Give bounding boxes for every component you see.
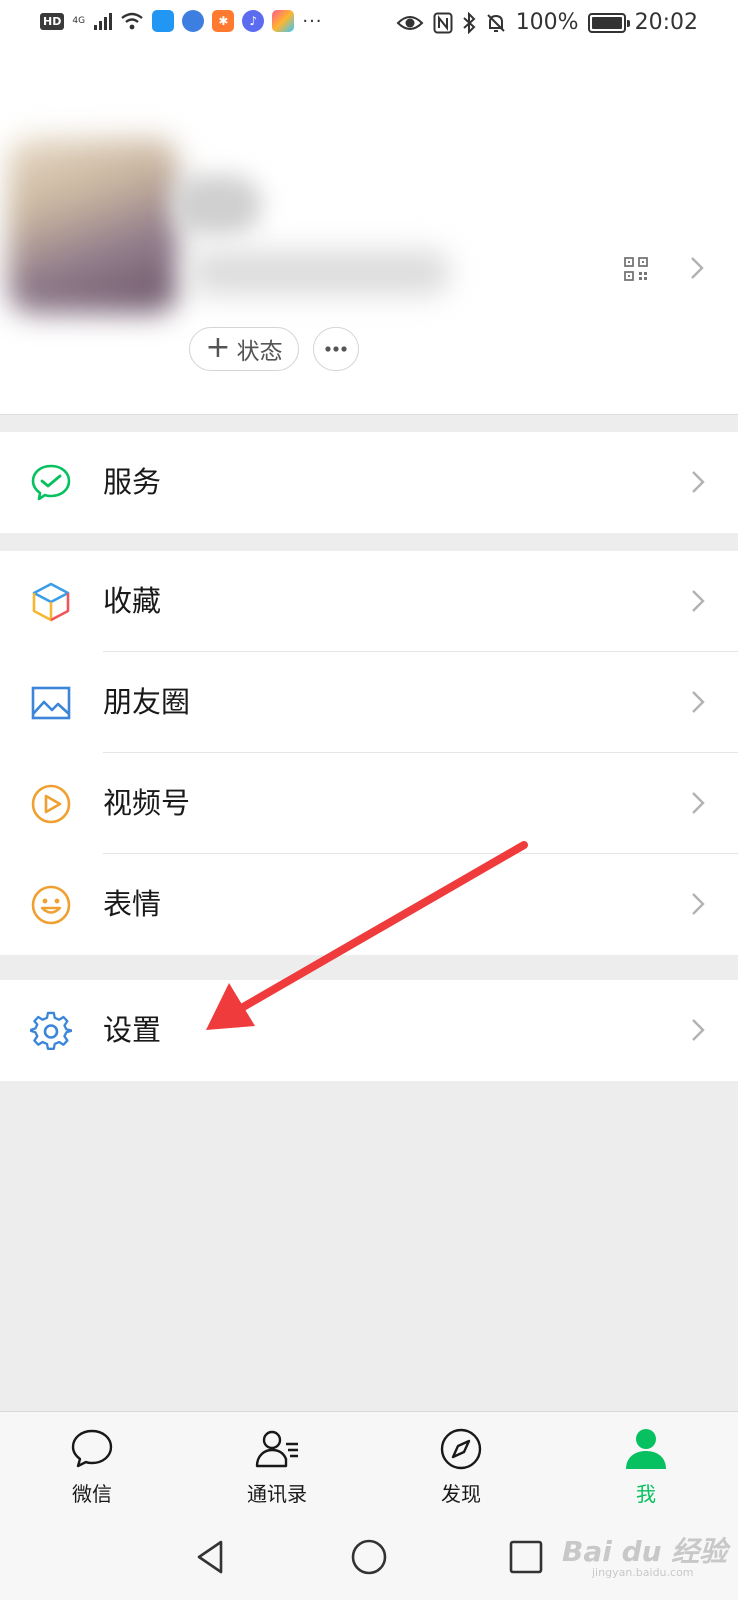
app-notification-icon: [152, 10, 175, 32]
channels-play-icon: [31, 784, 71, 824]
menu-label: 服务: [103, 465, 162, 499]
chevron-right-icon: [692, 893, 705, 915]
hd-badge: HD: [40, 12, 65, 30]
favorites-cube-icon: [32, 582, 70, 622]
chevron-right-icon: [692, 792, 705, 814]
menu-group-services: 服务: [0, 432, 738, 533]
eye-comfort-icon: [396, 15, 424, 30]
menu-label: 视频号: [103, 786, 191, 820]
bluetooth-icon: [463, 11, 476, 34]
menu-item-services[interactable]: 服务: [0, 432, 738, 533]
wechat-pay-icon: [31, 464, 71, 501]
menu-item-channels[interactable]: 视频号: [0, 753, 738, 854]
chevron-right-icon[interactable]: [690, 256, 704, 280]
more-dots-icon: [325, 346, 347, 352]
nickname-blurred: [172, 175, 262, 235]
music-app-icon: ♪: [242, 10, 265, 32]
tab-label: 通讯录: [247, 1482, 307, 1506]
settings-gear-icon: [30, 1011, 72, 1050]
bottom-tab-bar: 微信 通讯录 发现 我: [0, 1411, 738, 1517]
store-app-icon: [272, 10, 295, 32]
me-person-icon: [626, 1429, 666, 1469]
nfc-icon: [433, 12, 453, 33]
home-circle-icon[interactable]: [349, 1537, 389, 1577]
menu-group-settings: 设置: [0, 980, 738, 1081]
menu-item-moments[interactable]: 朋友圈: [0, 652, 738, 753]
chat-bubble-icon: [71, 1429, 113, 1468]
more-notifications: ···: [302, 10, 323, 32]
menu-item-stickers[interactable]: 表情: [0, 854, 738, 955]
plus-icon: +: [205, 330, 231, 365]
chevron-right-icon: [692, 590, 705, 612]
sticker-smile-icon: [31, 885, 71, 925]
status-bar-left: HD 4G ✱ ♪ ···: [40, 10, 323, 32]
tab-contacts[interactable]: 通讯录: [207, 1412, 347, 1518]
wechat-id-blurred: [190, 250, 450, 295]
tab-discover[interactable]: 发现: [391, 1412, 531, 1518]
add-status-button[interactable]: + 状态: [189, 327, 299, 371]
menu-label: 收藏: [103, 584, 162, 618]
compass-icon: [440, 1428, 482, 1470]
menu-label: 设置: [103, 1013, 162, 1047]
qr-code-icon[interactable]: [624, 257, 648, 281]
battery-icon: [587, 12, 630, 33]
bell-mute-icon: [486, 13, 505, 32]
fitness-app-icon: ✱: [212, 10, 235, 32]
tab-me[interactable]: 我: [576, 1412, 716, 1518]
back-triangle-icon[interactable]: [191, 1537, 231, 1577]
network-type: 4G: [72, 16, 86, 26]
menu-group-content: 收藏 朋友圈 视频号 表情: [0, 551, 738, 955]
menu-label: 朋友圈: [103, 685, 191, 719]
tab-label: 发现: [441, 1482, 481, 1506]
tab-chats[interactable]: 微信: [22, 1412, 162, 1518]
menu-item-favorites[interactable]: 收藏: [0, 551, 738, 652]
chevron-right-icon: [692, 1019, 705, 1041]
status-bar: HD 4G ✱ ♪ ··· 100% 20:02: [0, 0, 738, 50]
chevron-right-icon: [692, 471, 705, 493]
clock: 20:02: [634, 10, 698, 35]
moments-image-icon: [31, 686, 71, 720]
browser-app-icon: [182, 10, 205, 32]
chevron-right-icon: [692, 691, 705, 713]
baidu-watermark-url: jingyan.baidu.com: [592, 1566, 694, 1579]
battery-percent: 100%: [515, 10, 579, 35]
signal-icon: [94, 12, 113, 30]
menu-item-settings[interactable]: 设置: [0, 980, 738, 1081]
tab-label: 我: [636, 1482, 656, 1506]
status-bar-right: 100% 20:02: [396, 10, 698, 35]
profile-header[interactable]: + 状态: [0, 50, 738, 415]
avatar[interactable]: [8, 138, 178, 313]
contacts-icon: [255, 1430, 298, 1468]
menu-label: 表情: [103, 887, 162, 921]
more-options-button[interactable]: [313, 327, 359, 371]
baidu-watermark: Bai du 经验: [562, 1535, 728, 1568]
status-button-label: 状态: [236, 339, 283, 365]
recents-square-icon[interactable]: [506, 1537, 546, 1577]
wifi-icon: [121, 12, 144, 30]
tab-label: 微信: [72, 1482, 112, 1506]
